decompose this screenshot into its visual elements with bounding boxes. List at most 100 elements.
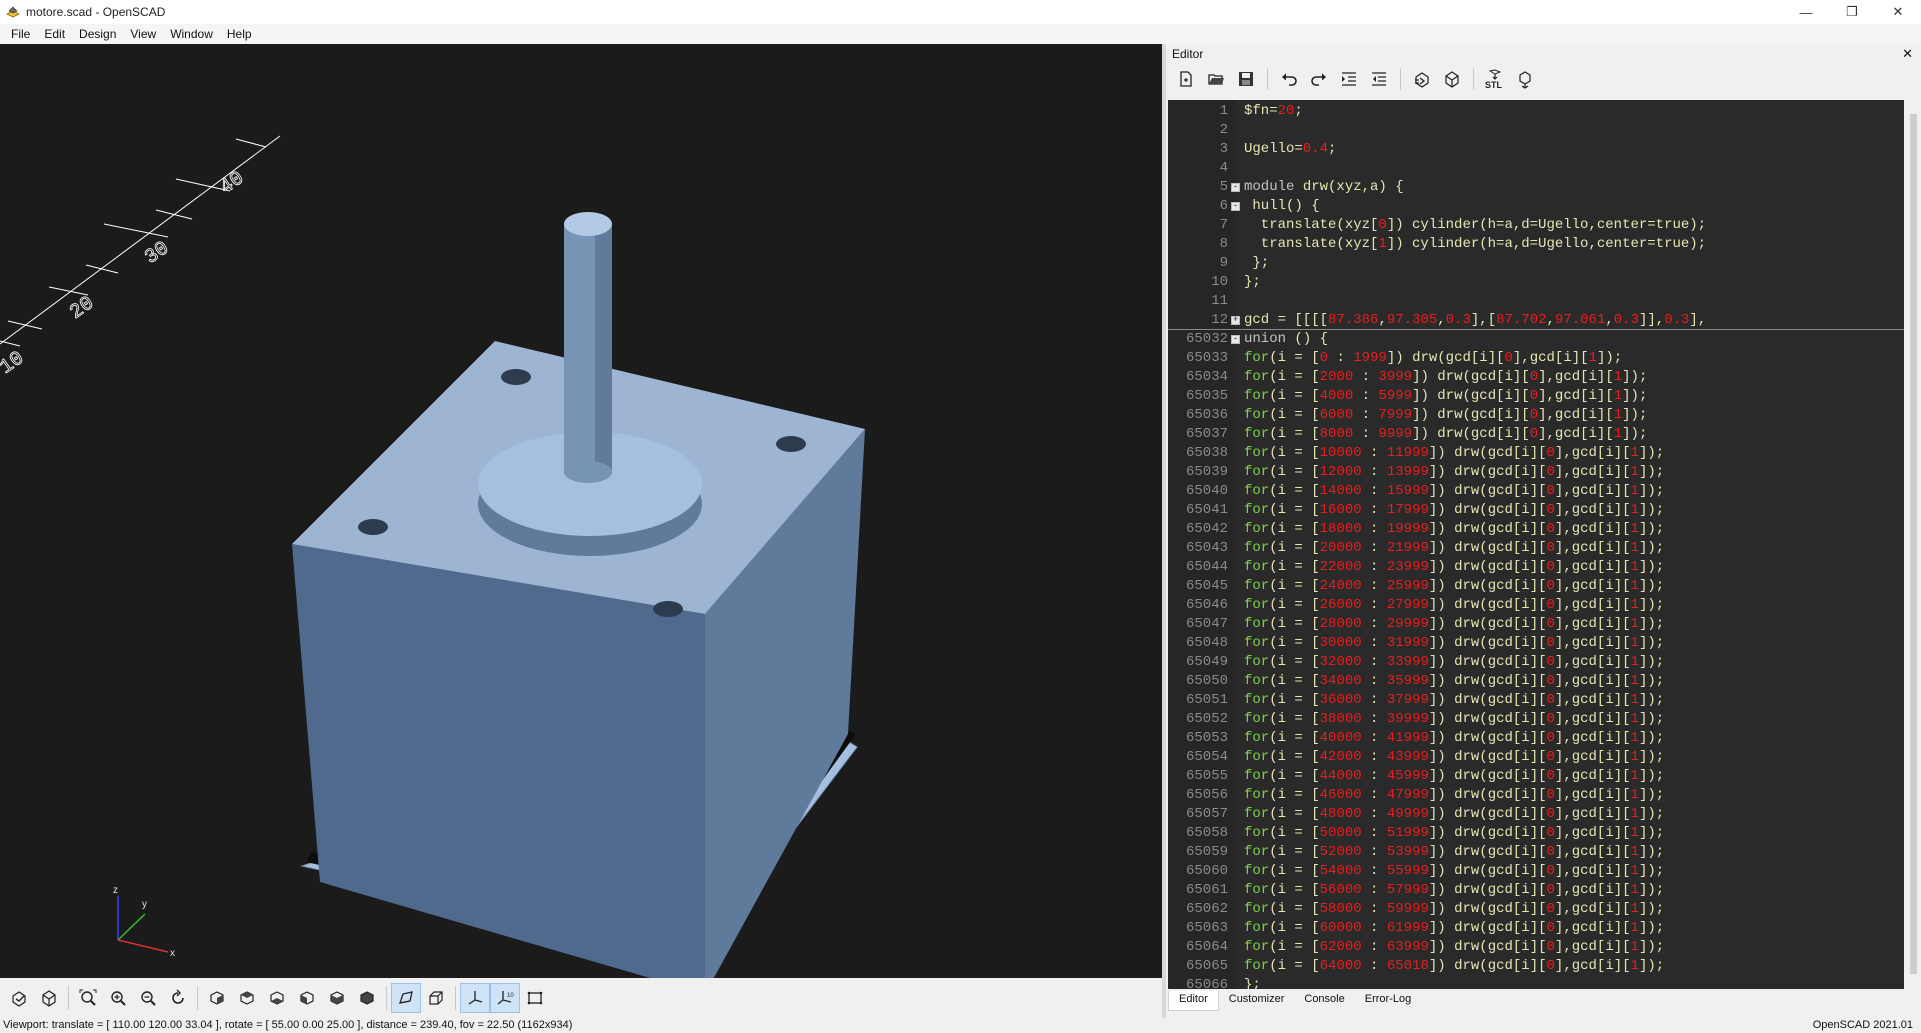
code-line[interactable]: 65055 for(i = [44000 : 45999]) drw(gcd[i]… bbox=[1168, 767, 1904, 786]
zoom-in-icon[interactable] bbox=[103, 983, 133, 1013]
reset-view-icon[interactable] bbox=[163, 983, 193, 1013]
code-line[interactable]: 8 translate(xyz[1]) cylinder(h=a,d=Ugell… bbox=[1168, 235, 1904, 254]
indent-icon[interactable] bbox=[1335, 66, 1363, 92]
collapse-fold-icon[interactable]: - bbox=[1231, 202, 1240, 211]
scale-ruler-labels: 40 30 20 10 bbox=[0, 167, 249, 380]
code-line[interactable]: 65054 for(i = [42000 : 43999]) drw(gcd[i]… bbox=[1168, 748, 1904, 767]
code-line[interactable]: 7 translate(xyz[0]) cylinder(h=a,d=Ugell… bbox=[1168, 216, 1904, 235]
code-line[interactable]: 65048 for(i = [30000 : 31999]) drw(gcd[i]… bbox=[1168, 634, 1904, 653]
code-line[interactable]: 65047 for(i = [28000 : 29999]) drw(gcd[i]… bbox=[1168, 615, 1904, 634]
show-edges-icon[interactable] bbox=[520, 983, 550, 1013]
menu-edit[interactable]: Edit bbox=[37, 27, 72, 41]
menu-design[interactable]: Design bbox=[72, 27, 123, 41]
code-line[interactable]: 65034 for(i = [2000 : 3999]) drw(gcd[i][0… bbox=[1168, 368, 1904, 387]
code-line[interactable]: 65049 for(i = [32000 : 33999]) drw(gcd[i]… bbox=[1168, 653, 1904, 672]
open-file-icon[interactable] bbox=[1202, 66, 1230, 92]
code-line[interactable]: 65066}; bbox=[1168, 976, 1904, 989]
code-line[interactable]: 2 bbox=[1168, 121, 1904, 140]
code-line[interactable]: 9 }; bbox=[1168, 254, 1904, 273]
close-icon[interactable]: ✕ bbox=[1875, 0, 1921, 24]
code-token: 1 bbox=[1630, 920, 1639, 936]
scrollbar-thumb[interactable] bbox=[1910, 114, 1917, 974]
render-icon[interactable] bbox=[1438, 66, 1466, 92]
collapse-fold-icon[interactable]: - bbox=[1231, 335, 1240, 344]
code-line[interactable]: 65052 for(i = [38000 : 39999]) drw(gcd[i]… bbox=[1168, 710, 1904, 729]
preview-icon[interactable] bbox=[4, 983, 34, 1013]
tab-customizer[interactable]: Customizer bbox=[1219, 991, 1295, 1011]
3d-viewport[interactable]: 40 30 20 10 z y x bbox=[0, 44, 1162, 978]
tab-error-log[interactable]: Error-Log bbox=[1355, 991, 1421, 1011]
code-line[interactable]: 65051 for(i = [36000 : 37999]) drw(gcd[i]… bbox=[1168, 691, 1904, 710]
code-line[interactable]: 65032- union () { bbox=[1168, 330, 1904, 349]
code-line[interactable]: 65040 for(i = [14000 : 15999]) drw(gcd[i]… bbox=[1168, 482, 1904, 501]
code-line[interactable]: 65036 for(i = [6000 : 7999]) drw(gcd[i][0… bbox=[1168, 406, 1904, 425]
save-icon[interactable] bbox=[1232, 66, 1260, 92]
menu-help[interactable]: Help bbox=[220, 27, 259, 41]
restore-icon[interactable]: ❐ bbox=[1829, 0, 1875, 24]
send-to-printer-icon[interactable] bbox=[1511, 66, 1539, 92]
code-line[interactable]: 65058 for(i = [50000 : 51999]) drw(gcd[i]… bbox=[1168, 824, 1904, 843]
code-line[interactable]: 65037 for(i = [8000 : 9999]) drw(gcd[i][0… bbox=[1168, 425, 1904, 444]
code-line[interactable]: 65060 for(i = [54000 : 55999]) drw(gcd[i]… bbox=[1168, 862, 1904, 881]
code-line[interactable]: 65044 for(i = [22000 : 23999]) drw(gcd[i]… bbox=[1168, 558, 1904, 577]
render-icon[interactable] bbox=[34, 983, 64, 1013]
view-right-icon[interactable] bbox=[202, 983, 232, 1013]
editor-vertical-scrollbar[interactable] bbox=[1906, 100, 1921, 989]
close-icon[interactable]: ✕ bbox=[1902, 46, 1913, 62]
code-line[interactable]: 65046 for(i = [26000 : 27999]) drw(gcd[i]… bbox=[1168, 596, 1904, 615]
redo-icon[interactable] bbox=[1305, 66, 1333, 92]
code-line[interactable]: 12 + gcd = [[[[87.386,97.305,0.3],[87.702,… bbox=[1168, 311, 1904, 330]
view-back-icon[interactable] bbox=[352, 983, 382, 1013]
orthogonal-icon[interactable] bbox=[421, 983, 451, 1013]
code-line[interactable]: 65059 for(i = [52000 : 53999]) drw(gcd[i]… bbox=[1168, 843, 1904, 862]
tab-editor[interactable]: Editor bbox=[1168, 991, 1219, 1011]
menu-window[interactable]: Window bbox=[163, 27, 220, 41]
menu-file[interactable]: File bbox=[4, 27, 37, 41]
minimize-icon[interactable]: — bbox=[1783, 0, 1829, 24]
view-bottom-icon[interactable] bbox=[262, 983, 292, 1013]
code-editor[interactable]: 1 $fn=20; 2 3 Ugello=0.4; 4 5- module drw(xyz,a… bbox=[1168, 100, 1904, 989]
code-line[interactable]: 5- module drw(xyz,a) { bbox=[1168, 178, 1904, 197]
code-line[interactable]: 65042 for(i = [18000 : 19999]) drw(gcd[i]… bbox=[1168, 520, 1904, 539]
code-line[interactable]: 65064 for(i = [62000 : 63999]) drw(gcd[i]… bbox=[1168, 938, 1904, 957]
code-line[interactable]: 65050 for(i = [34000 : 35999]) drw(gcd[i]… bbox=[1168, 672, 1904, 691]
tab-console[interactable]: Console bbox=[1294, 991, 1354, 1011]
menu-view[interactable]: View bbox=[123, 27, 163, 41]
new-file-icon[interactable] bbox=[1172, 66, 1200, 92]
code-line[interactable]: 65035 for(i = [4000 : 5999]) drw(gcd[i][0… bbox=[1168, 387, 1904, 406]
show-axes-icon[interactable] bbox=[460, 983, 490, 1013]
code-line[interactable]: 65039 for(i = [12000 : 13999]) drw(gcd[i]… bbox=[1168, 463, 1904, 482]
code-line[interactable]: 10}; bbox=[1168, 273, 1904, 292]
code-line[interactable]: 11 bbox=[1168, 292, 1904, 311]
view-all-icon[interactable] bbox=[73, 983, 103, 1013]
perspective-icon[interactable] bbox=[391, 983, 421, 1013]
collapse-fold-icon[interactable]: - bbox=[1231, 183, 1240, 192]
code-line[interactable]: 6- hull() { bbox=[1168, 197, 1904, 216]
expand-fold-icon[interactable]: + bbox=[1231, 316, 1240, 325]
code-line[interactable]: 65045 for(i = [24000 : 25999]) drw(gcd[i]… bbox=[1168, 577, 1904, 596]
unindent-icon[interactable] bbox=[1365, 66, 1393, 92]
code-line[interactable]: 65061 for(i = [56000 : 57999]) drw(gcd[i]… bbox=[1168, 881, 1904, 900]
code-line[interactable]: 65053 for(i = [40000 : 41999]) drw(gcd[i]… bbox=[1168, 729, 1904, 748]
preview-icon[interactable] bbox=[1408, 66, 1436, 92]
code-line[interactable]: 65043 for(i = [20000 : 21999]) drw(gcd[i]… bbox=[1168, 539, 1904, 558]
show-scale-markers-icon[interactable]: 10 bbox=[490, 983, 520, 1013]
code-line[interactable]: 65056 for(i = [46000 : 47999]) drw(gcd[i]… bbox=[1168, 786, 1904, 805]
code-line[interactable]: 4 bbox=[1168, 159, 1904, 178]
code-line[interactable]: 65041 for(i = [16000 : 17999]) drw(gcd[i]… bbox=[1168, 501, 1904, 520]
export-stl-icon[interactable]: STL bbox=[1481, 66, 1509, 92]
code-line[interactable]: 3 Ugello=0.4; bbox=[1168, 140, 1904, 159]
zoom-out-icon[interactable] bbox=[133, 983, 163, 1013]
view-front-icon[interactable] bbox=[322, 983, 352, 1013]
code-line[interactable]: 65062 for(i = [58000 : 59999]) drw(gcd[i]… bbox=[1168, 900, 1904, 919]
code-line[interactable]: 65063 for(i = [60000 : 61999]) drw(gcd[i]… bbox=[1168, 919, 1904, 938]
code-line[interactable]: 65033 for(i = [0 : 1999]) drw(gcd[i][0],g… bbox=[1168, 349, 1904, 368]
view-left-icon[interactable] bbox=[292, 983, 322, 1013]
code-line[interactable]: 65065 for(i = [64000 : 65018]) drw(gcd[i]… bbox=[1168, 957, 1904, 976]
undo-icon[interactable] bbox=[1275, 66, 1303, 92]
code-line[interactable]: 65057 for(i = [48000 : 49999]) drw(gcd[i]… bbox=[1168, 805, 1904, 824]
code-line[interactable]: 65038 for(i = [10000 : 11999]) drw(gcd[i]… bbox=[1168, 444, 1904, 463]
view-top-icon[interactable] bbox=[232, 983, 262, 1013]
code-line[interactable]: 1 $fn=20; bbox=[1168, 102, 1904, 121]
code-token: for bbox=[1244, 369, 1270, 385]
